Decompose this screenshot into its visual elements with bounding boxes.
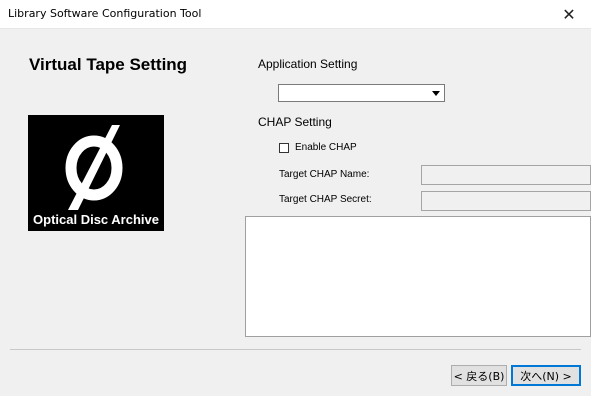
target-chap-secret-field[interactable] (421, 191, 591, 211)
target-chap-name-field[interactable] (421, 165, 591, 185)
target-chap-secret-label: Target CHAP Secret: (279, 194, 372, 205)
chap-setting-label: CHAP Setting (258, 115, 332, 129)
close-icon: ✕ (562, 4, 576, 24)
next-button[interactable]: 次へ(N) > (511, 365, 581, 386)
logo-text: Optical Disc Archive (33, 212, 159, 227)
application-setting-select[interactable] (278, 84, 445, 102)
log-output-box[interactable] (245, 216, 591, 337)
application-setting-label: Application Setting (258, 57, 358, 71)
back-button[interactable]: < 戻る(B) (451, 365, 507, 386)
footer-separator (10, 349, 581, 350)
optical-disc-archive-logo: Optical Disc Archive (28, 115, 164, 231)
dialog-window: Library Software Configuration Tool ✕ Vi… (0, 0, 591, 396)
window-title: Library Software Configuration Tool (8, 7, 202, 20)
enable-chap-checkbox[interactable] (279, 143, 289, 153)
close-button[interactable]: ✕ (547, 0, 591, 28)
dropdown-arrow-icon[interactable] (429, 86, 443, 100)
target-chap-name-label: Target CHAP Name: (279, 169, 370, 180)
page-title: Virtual Tape Setting (29, 55, 188, 74)
title-bar: Library Software Configuration Tool ✕ (0, 0, 591, 29)
disc-slash-icon (65, 125, 123, 210)
enable-chap-label: Enable CHAP (295, 142, 357, 153)
